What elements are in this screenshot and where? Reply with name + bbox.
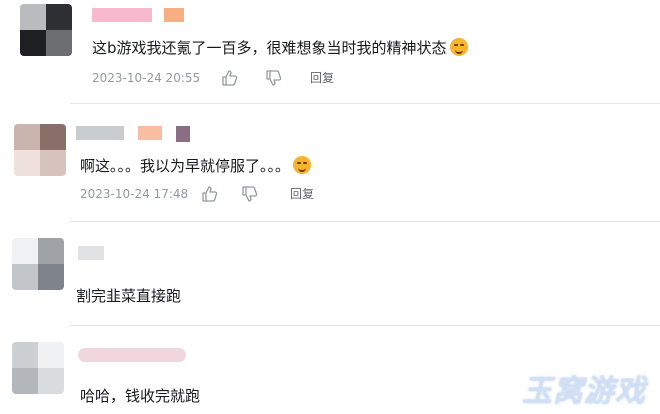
comment-text: 啊这。。。我以为早就停服了。。。: [80, 156, 312, 176]
comment-meta: 2023-10-24 20:55 回复: [92, 68, 392, 88]
avatar[interactable]: [14, 124, 66, 176]
comment-text: 割完韭菜直接跑: [76, 287, 182, 305]
avatar[interactable]: [20, 4, 72, 56]
comment-time: 2023-10-24 17:48: [80, 187, 189, 201]
reply-button[interactable]: 回复: [290, 184, 314, 204]
comment-2: 啊这。。。我以为早就停服了。。。 2023-10-24 17:48 回复: [0, 104, 660, 222]
dislike-icon[interactable]: [264, 69, 282, 93]
site-watermark: 玉窝游戏: [522, 374, 646, 409]
comment-meta: 2023-10-24 17:48 回复: [80, 184, 380, 204]
username-blurred[interactable]: [78, 348, 198, 364]
avatar[interactable]: [12, 342, 64, 394]
comment-text: 哈哈，钱收完就跑: [80, 387, 201, 405]
comment-time: 2023-10-24 20:55: [92, 71, 201, 85]
avatar[interactable]: [12, 238, 64, 290]
comment-3: 割完韭菜直接跑: [0, 222, 660, 326]
username-blurred[interactable]: [78, 246, 118, 262]
username-blurred[interactable]: [76, 126, 206, 142]
dizzy-face-emoji-icon: [449, 38, 468, 56]
dislike-icon[interactable]: [240, 185, 258, 209]
comment-1: 这b游戏我还氪了一百多，很难想象当时我的精神状态 2023-10-24 20:5…: [0, 0, 660, 104]
reply-button[interactable]: 回复: [310, 68, 334, 88]
comment-text: 这b游戏我还氪了一百多，很难想象当时我的精神状态: [92, 38, 468, 58]
like-icon[interactable]: [220, 69, 238, 93]
crying-laugh-emoji-icon: [293, 156, 312, 174]
username-blurred[interactable]: [92, 8, 202, 24]
like-icon[interactable]: [200, 185, 218, 209]
